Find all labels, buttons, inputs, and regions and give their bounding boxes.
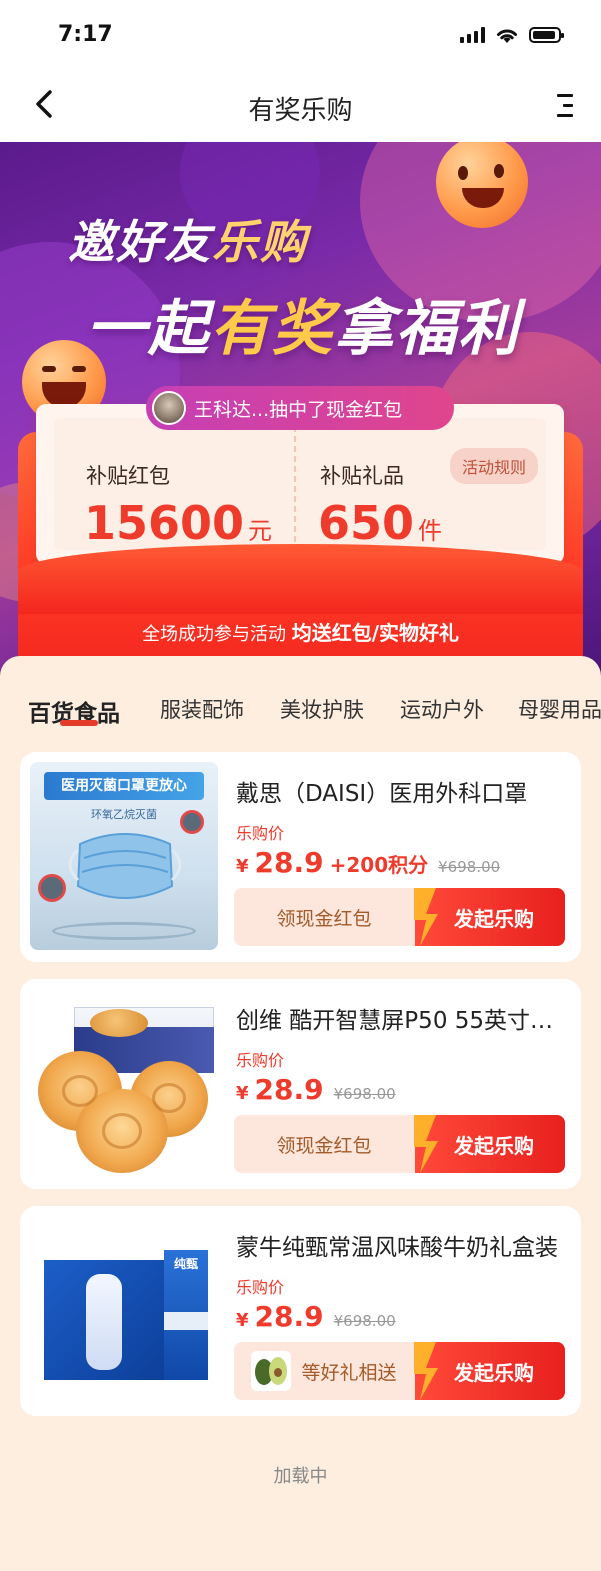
product-title[interactable]: 创维 酷开智慧屏P50 55英寸电视	[236, 1001, 566, 1035]
thumb-caption: 医用灭菌口罩更放心	[44, 772, 204, 800]
product-card[interactable]: 医用灭菌口罩更放心 环氧乙烷灭菌 戴思（DAISI）医用外科口罩 乐购价 ¥ 2…	[20, 752, 581, 962]
price-tag: 乐购价	[236, 1278, 285, 1297]
product-card[interactable]: 创维 酷开智慧屏P50 55英寸电视 乐购价 ¥ 28.9 ¥698.00 领现…	[20, 979, 581, 1189]
winner-notice: 王科达...抽中了现金红包	[146, 386, 454, 430]
gift-offer-button[interactable]: 等好礼相送	[234, 1342, 414, 1400]
product-title[interactable]: 蒙牛纯甄常温风味酸牛奶礼盒装	[236, 1228, 566, 1262]
product-image-bread	[30, 989, 218, 1177]
signal-icon	[460, 27, 485, 43]
subsidy-value: 15600 元	[84, 496, 273, 550]
nav-bar: 有奖乐购	[0, 70, 601, 142]
product-image-mask: 医用灭菌口罩更放心 环氧乙烷灭菌	[30, 762, 218, 950]
price-row: ¥ 28.9 ¥698.00	[236, 1073, 396, 1106]
price-value: 28.9	[254, 1300, 324, 1333]
product-card[interactable]: 纯甄 蒙牛纯甄常温风味酸牛奶礼盒装 乐购价 ¥ 28.9 ¥698.00 等好礼…	[20, 1206, 581, 1416]
gift-label: 补贴礼品	[320, 464, 404, 488]
gift-value: 650 件	[318, 496, 443, 550]
category-tabs: 百货食品 服装配饰 美妆护肤 运动户外 母婴用品	[0, 656, 601, 736]
hero-headline-1: 邀好友乐购	[68, 215, 308, 269]
product-image-yogurt: 纯甄	[30, 1216, 218, 1404]
bolt-icon	[414, 1342, 438, 1400]
get-cash-red-packet-button[interactable]: 领现金红包	[234, 888, 414, 946]
avocado-icon	[251, 1351, 292, 1391]
price-tag: 乐购价	[236, 1051, 285, 1070]
status-time: 7:17	[58, 22, 113, 47]
price-row: ¥ 28.9 +200积分 ¥698.00	[236, 846, 501, 879]
price-tag: 乐购价	[236, 824, 285, 843]
rules-button[interactable]: 活动规则	[449, 448, 538, 484]
page-title: 有奖乐购	[248, 96, 353, 126]
price-value: 28.9	[254, 846, 324, 879]
mask-icon	[68, 833, 182, 899]
avatar	[152, 391, 186, 425]
action-bar: 等好礼相送 发起乐购	[234, 1342, 565, 1400]
action-bar: 领现金红包 发起乐购	[234, 1115, 565, 1173]
tab-apparel[interactable]: 服装配饰	[160, 694, 244, 724]
original-price: ¥698.00	[333, 1085, 396, 1103]
bolt-icon	[414, 888, 438, 946]
thumb-brand: 纯甄	[173, 1257, 198, 1271]
tab-sports[interactable]: 运动户外	[400, 694, 484, 724]
hero-banner: 邀好友乐购 一起有奖拿福利 王科达...抽中了现金红包 补贴红包 15600 元 …	[0, 142, 601, 682]
tab-indicator	[60, 720, 98, 726]
ticket-wave	[18, 544, 583, 614]
original-price: ¥698.00	[438, 858, 501, 876]
price-value: 28.9	[254, 1073, 324, 1106]
points-value: +200积分	[329, 853, 429, 877]
hero-note: 全场成功参与活动 均送红包/实物好礼	[141, 621, 460, 645]
gift-offer-label: 等好礼相送	[301, 1361, 397, 1384]
hero-headline-2: 一起有奖拿福利	[86, 294, 520, 364]
wifi-icon	[497, 29, 517, 43]
status-icons	[460, 26, 564, 44]
status-bar: 7:17	[0, 0, 601, 70]
action-bar: 领现金红包 发起乐购	[234, 888, 565, 946]
menu-button[interactable]	[543, 88, 577, 122]
price-row: ¥ 28.9 ¥698.00	[236, 1300, 396, 1333]
subsidy-label: 补贴红包	[86, 464, 170, 488]
battery-icon	[529, 27, 564, 43]
tab-beauty[interactable]: 美妆护肤	[280, 694, 364, 724]
winner-text: 王科达...抽中了现金红包	[194, 398, 403, 421]
get-cash-red-packet-button[interactable]: 领现金红包	[234, 1115, 414, 1173]
original-price: ¥698.00	[333, 1312, 396, 1330]
tab-baby[interactable]: 母婴用品	[518, 694, 601, 724]
product-title[interactable]: 戴思（DAISI）医用外科口罩	[236, 774, 566, 808]
bolt-icon	[414, 1115, 438, 1173]
loading-indicator: 加载中	[273, 1466, 328, 1487]
